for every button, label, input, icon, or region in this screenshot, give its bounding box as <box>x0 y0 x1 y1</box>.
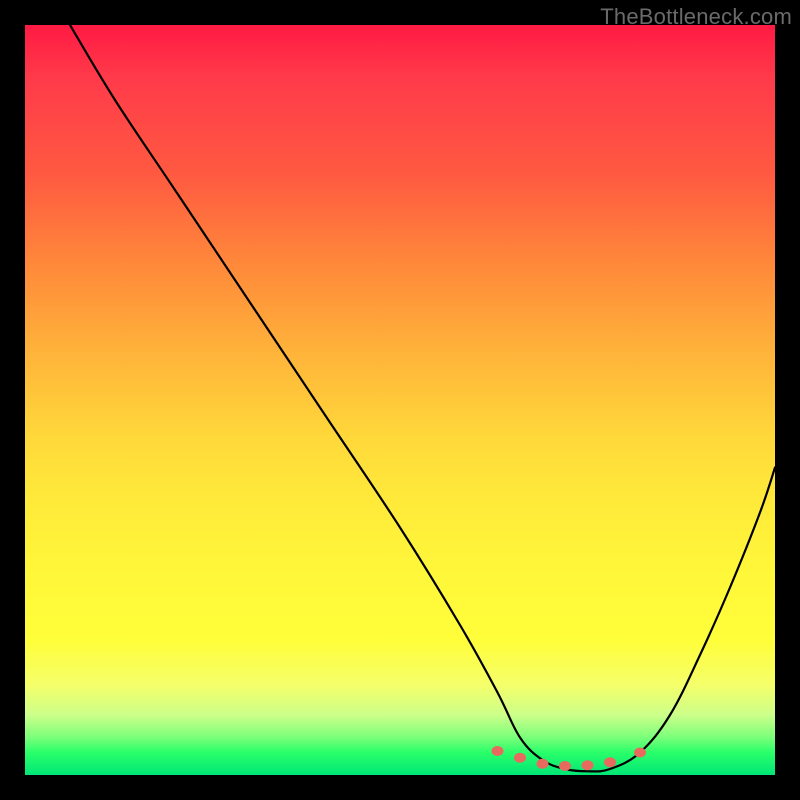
minimum-marker <box>582 760 594 770</box>
watermark-text: TheBottleneck.com <box>600 4 792 30</box>
minimum-marker <box>537 759 549 769</box>
minimum-marker <box>492 746 504 756</box>
minimum-marker <box>559 761 571 771</box>
chart-container: TheBottleneck.com <box>0 0 800 800</box>
curve-svg <box>25 25 775 775</box>
minimum-markers <box>492 746 647 771</box>
minimum-marker <box>514 753 526 763</box>
minimum-marker <box>634 748 646 758</box>
plot-area <box>25 25 775 775</box>
minimum-marker <box>604 757 616 767</box>
bottleneck-curve <box>70 25 775 771</box>
